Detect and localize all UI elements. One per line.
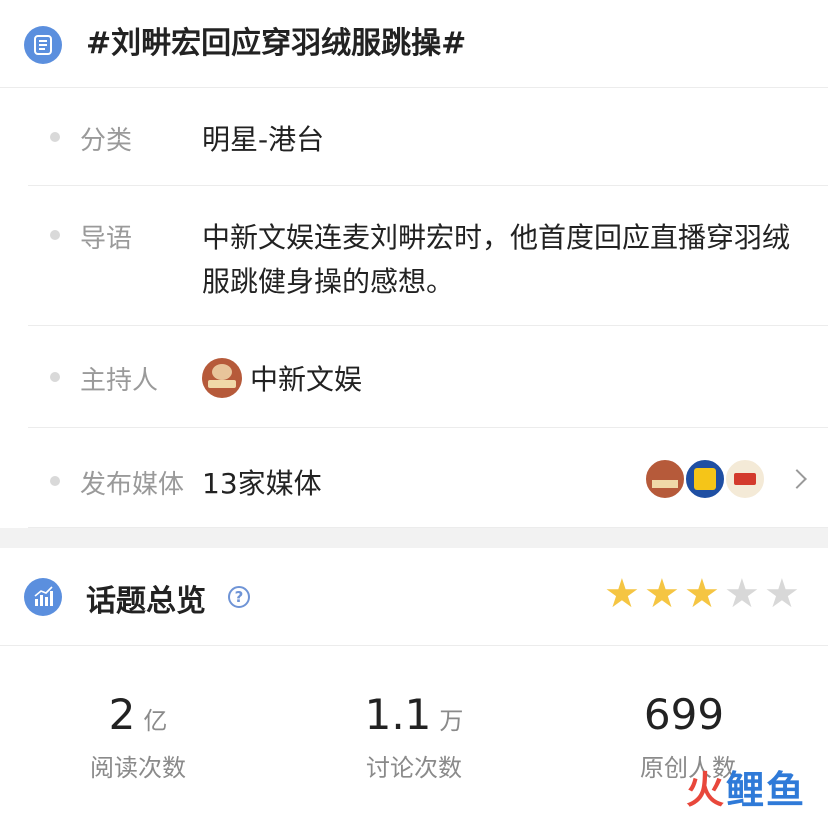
watermark: 火鲤鱼 (686, 759, 806, 814)
media-avatar (684, 458, 726, 500)
media-avatar-group[interactable] (644, 458, 772, 500)
list-icon (24, 26, 62, 64)
overview-header: 话题总览 ? ★ ★ ★ ★ ★ (0, 548, 828, 646)
chevron-right-icon[interactable] (787, 469, 807, 489)
stat-number: 1.1 (364, 690, 432, 739)
rating-stars: ★ ★ ★ ★ ★ (604, 574, 804, 614)
stat-discussions: 1.1 万 讨论次数 (304, 690, 524, 783)
star-icon: ★ (724, 571, 760, 617)
star-icon: ★ (644, 571, 680, 617)
media-count: 13家媒体 (202, 467, 322, 500)
category-value[interactable]: 明星-港台 (202, 118, 324, 158)
stat-number: 699 (643, 690, 725, 739)
bar-chart-icon (24, 578, 62, 616)
watermark-part: 鲤鱼 (725, 768, 806, 812)
star-icon: ★ (604, 571, 640, 617)
star-icon: ★ (764, 571, 800, 617)
star-icon: ★ (684, 571, 720, 617)
topic-title: #刘畊宏回应穿羽绒服跳操# (86, 26, 467, 61)
media-avatar (644, 458, 686, 500)
bullet-dot (50, 230, 60, 240)
category-label: 分类 (80, 126, 133, 156)
overview-title: 话题总览 (86, 584, 206, 619)
watermark-part: 火 (685, 768, 726, 812)
stat-unit: 亿 (143, 707, 168, 735)
bullet-dot (50, 372, 60, 382)
help-icon[interactable]: ? (228, 586, 250, 608)
host-avatar[interactable] (202, 358, 242, 398)
intro-text: 中新文娱连麦刘畊宏时，他首度回应直播穿羽绒服跳健身操的感想。 (202, 221, 791, 298)
bullet-dot (50, 476, 60, 486)
topic-header: #刘畊宏回应穿羽绒服跳操# (0, 0, 828, 88)
intro-label: 导语 (80, 224, 133, 254)
section-divider (0, 528, 828, 548)
stat-label: 阅读次数 (90, 754, 186, 782)
bullet-dot (50, 132, 60, 142)
media-label: 发布媒体 (80, 470, 185, 500)
stat-label: 讨论次数 (366, 754, 462, 782)
stat-unit: 万 (439, 707, 464, 735)
host-name[interactable]: 中新文娱 (250, 358, 362, 398)
host-label: 主持人 (80, 366, 159, 396)
category-row: 分类 明星-港台 (28, 88, 828, 186)
host-row[interactable]: 主持人 中新文娱 (28, 326, 828, 428)
media-avatar (724, 458, 766, 500)
stat-number: 2 (108, 690, 136, 739)
media-row[interactable]: 发布媒体 13家媒体 (28, 428, 828, 528)
intro-row: 导语 中新文娱连麦刘畊宏时，他首度回应直播穿羽绒服跳健身操的感想。 (28, 186, 828, 326)
stat-reads: 2亿 阅读次数 (28, 690, 248, 783)
